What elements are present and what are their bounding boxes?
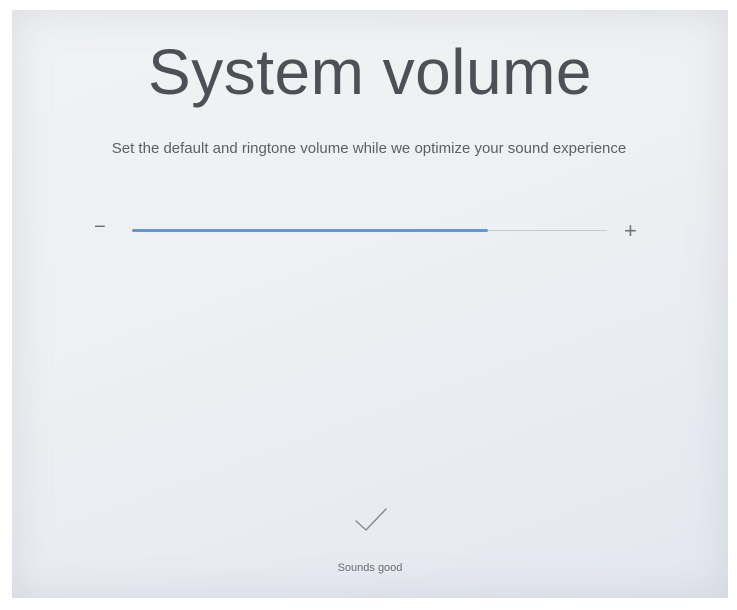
volume-slider-fill bbox=[132, 229, 489, 232]
checkmark-icon bbox=[350, 505, 390, 535]
volume-slider-track[interactable] bbox=[132, 229, 607, 232]
sounds-good-label: Sounds good bbox=[337, 562, 403, 574]
volume-decrease-button[interactable]: − bbox=[94, 215, 106, 239]
photo-frame: System volume Set the default and ringto… bbox=[0, 0, 737, 610]
setup-screen: System volume Set the default and ringto… bbox=[12, 10, 728, 598]
volume-slider-row: − + bbox=[92, 215, 652, 245]
page-subtitle: Set the default and ringtone volume whil… bbox=[111, 140, 627, 157]
page-title: System volume bbox=[148, 36, 592, 108]
volume-increase-button[interactable]: + bbox=[624, 219, 637, 243]
sounds-good-button[interactable]: Sounds good bbox=[12, 505, 728, 574]
